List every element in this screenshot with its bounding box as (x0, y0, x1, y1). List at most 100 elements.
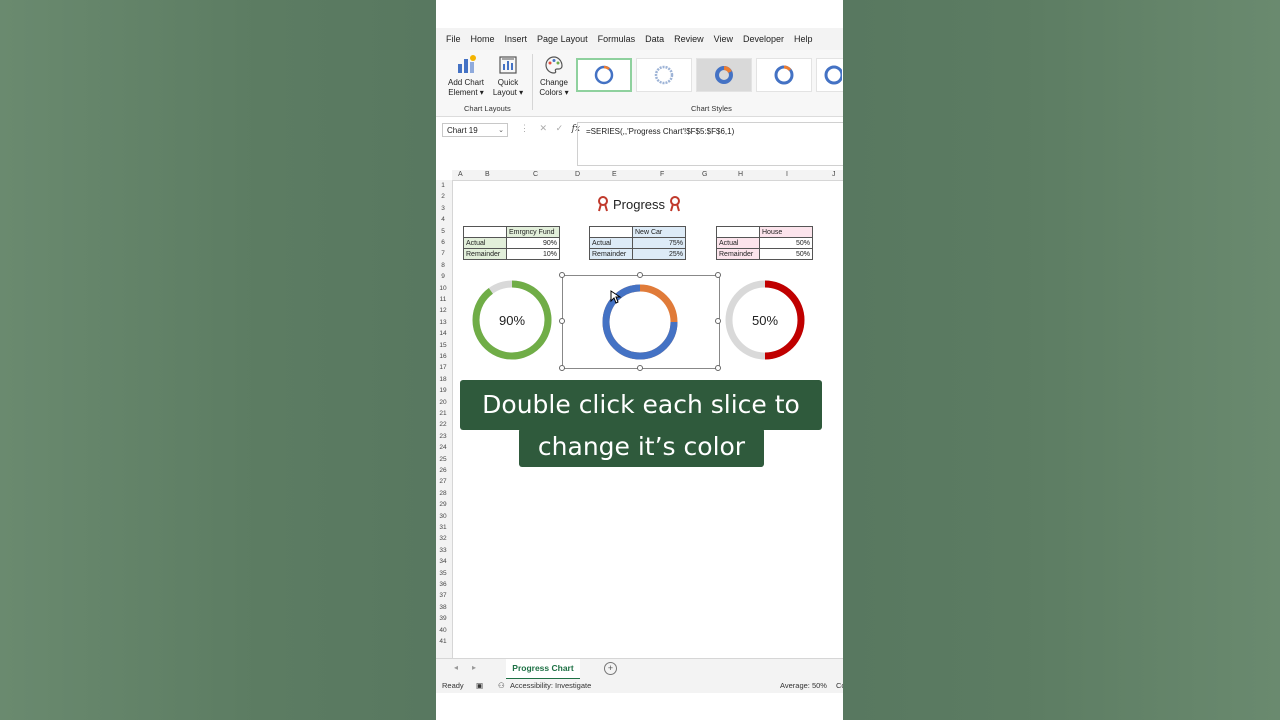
row-header[interactable]: 22 (436, 421, 450, 428)
row-header[interactable]: 24 (436, 444, 450, 451)
add-chart-element-label-1: Add Chart (447, 78, 485, 87)
row-header[interactable]: 33 (436, 547, 450, 554)
row-header[interactable]: 28 (436, 490, 450, 497)
table-cell[interactable]: 90% (506, 237, 560, 249)
table-cell[interactable]: 10% (506, 248, 560, 260)
row-header[interactable]: 35 (436, 570, 450, 577)
table-cell[interactable]: Remainder (589, 248, 633, 260)
column-header[interactable]: H (738, 171, 743, 178)
table-cell[interactable]: Actual (589, 237, 633, 249)
row-header[interactable]: 38 (436, 604, 450, 611)
donut-style-icon (824, 65, 842, 85)
ribbon-tab-developer[interactable]: Developer (743, 34, 784, 44)
row-header[interactable]: 29 (436, 501, 450, 508)
row-header[interactable]: 7 (436, 250, 450, 257)
cancel-icon[interactable]: ✕ (540, 123, 548, 133)
enter-icon[interactable]: ✓ (556, 123, 564, 133)
table-house: House Actual 50% Remainder 50% (716, 226, 813, 260)
column-header[interactable]: D (575, 171, 580, 178)
resize-handle[interactable] (559, 365, 565, 371)
row-header[interactable]: 5 (436, 228, 450, 235)
resize-handle[interactable] (715, 318, 721, 324)
chart-selection-box[interactable] (562, 275, 720, 369)
add-chart-element-button[interactable]: Add Chart Element ▾ (444, 54, 488, 98)
row-header[interactable]: 41 (436, 638, 450, 645)
row-header[interactable]: 36 (436, 581, 450, 588)
chart-style-4[interactable] (756, 58, 812, 92)
resize-handle[interactable] (637, 272, 643, 278)
row-header[interactable]: 30 (436, 513, 450, 520)
row-header[interactable]: 4 (436, 216, 450, 223)
table-header[interactable]: House (759, 226, 813, 238)
row-header[interactable]: 34 (436, 558, 450, 565)
chart-style-1[interactable] (576, 58, 632, 92)
resize-handle[interactable] (559, 272, 565, 278)
column-header[interactable]: B (485, 171, 490, 178)
row-header[interactable]: 39 (436, 615, 450, 622)
row-header[interactable]: 19 (436, 387, 450, 394)
table-cell[interactable]: Remainder (463, 248, 507, 260)
row-header[interactable]: 8 (436, 262, 450, 269)
resize-handle[interactable] (715, 272, 721, 278)
row-header[interactable]: 25 (436, 456, 450, 463)
row-header[interactable]: 3 (436, 205, 450, 212)
ribbon-tab-home[interactable]: Home (471, 34, 495, 44)
row-header[interactable]: 1 (436, 182, 450, 189)
table-cell[interactable] (589, 226, 633, 238)
prev-sheet-icon[interactable]: ◂ (454, 663, 458, 672)
table-header[interactable]: New Car (632, 226, 686, 238)
ribbon-tab-data[interactable]: Data (645, 34, 664, 44)
row-header[interactable]: 32 (436, 535, 450, 542)
add-sheet-icon[interactable]: + (604, 662, 617, 675)
row-header[interactable]: 26 (436, 467, 450, 474)
resize-handle[interactable] (559, 318, 565, 324)
chart-style-2[interactable] (636, 58, 692, 92)
table-cell[interactable]: 75% (632, 237, 686, 249)
table-cell[interactable] (463, 226, 507, 238)
row-header[interactable]: 20 (436, 399, 450, 406)
row-header[interactable]: 40 (436, 627, 450, 634)
change-colors-button[interactable]: Change Colors ▾ (532, 54, 576, 98)
row-header[interactable]: 27 (436, 478, 450, 485)
table-row: Remainder 50% (716, 248, 813, 260)
table-cell[interactable]: Remainder (716, 248, 760, 260)
table-cell[interactable] (716, 226, 760, 238)
table-header[interactable]: Emrgncy Fund (506, 226, 560, 238)
table-cell[interactable]: 25% (632, 248, 686, 260)
next-sheet-icon[interactable]: ▸ (472, 663, 476, 672)
ribbon-tab-review[interactable]: Review (674, 34, 704, 44)
formula-input[interactable]: =SERIES(,,'Progress Chart'!$F$5:$F$6,1) (577, 122, 843, 166)
status-accessibility[interactable]: Accessibility: Investigate (510, 681, 591, 690)
ribbon-tab-formulas[interactable]: Formulas (598, 34, 636, 44)
row-header[interactable]: 31 (436, 524, 450, 531)
column-header[interactable]: J (832, 171, 836, 178)
table-cell[interactable]: Actual (716, 237, 760, 249)
column-header[interactable]: C (533, 171, 538, 178)
table-cell[interactable]: 50% (759, 237, 813, 249)
column-header[interactable]: G (702, 171, 707, 178)
row-header[interactable]: 21 (436, 410, 450, 417)
column-header[interactable]: E (612, 171, 617, 178)
sheet-tab-progress-chart[interactable]: Progress Chart (506, 659, 580, 680)
table-cell[interactable]: 50% (759, 248, 813, 260)
row-header[interactable]: 6 (436, 239, 450, 246)
resize-handle[interactable] (637, 365, 643, 371)
table-cell[interactable]: Actual (463, 237, 507, 249)
resize-handle[interactable] (715, 365, 721, 371)
chart-style-3[interactable] (696, 58, 752, 92)
quick-layout-button[interactable]: Quick Layout ▾ (486, 54, 530, 98)
macro-record-icon[interactable]: ▣ (476, 681, 483, 690)
chart-style-5[interactable] (816, 58, 843, 92)
column-header[interactable]: F (660, 171, 664, 178)
column-header[interactable]: A (458, 171, 463, 178)
ribbon-tab-file[interactable]: File (446, 34, 461, 44)
column-header[interactable]: I (786, 171, 788, 178)
row-header[interactable]: 37 (436, 592, 450, 599)
row-header[interactable]: 2 (436, 193, 450, 200)
row-header[interactable]: 23 (436, 433, 450, 440)
ribbon-tab-help[interactable]: Help (794, 34, 813, 44)
ribbon-tab-insert[interactable]: Insert (505, 34, 528, 44)
name-box[interactable]: Chart 19 ⌄ (442, 123, 508, 137)
ribbon-tab-view[interactable]: View (714, 34, 733, 44)
ribbon-tab-page-layout[interactable]: Page Layout (537, 34, 588, 44)
